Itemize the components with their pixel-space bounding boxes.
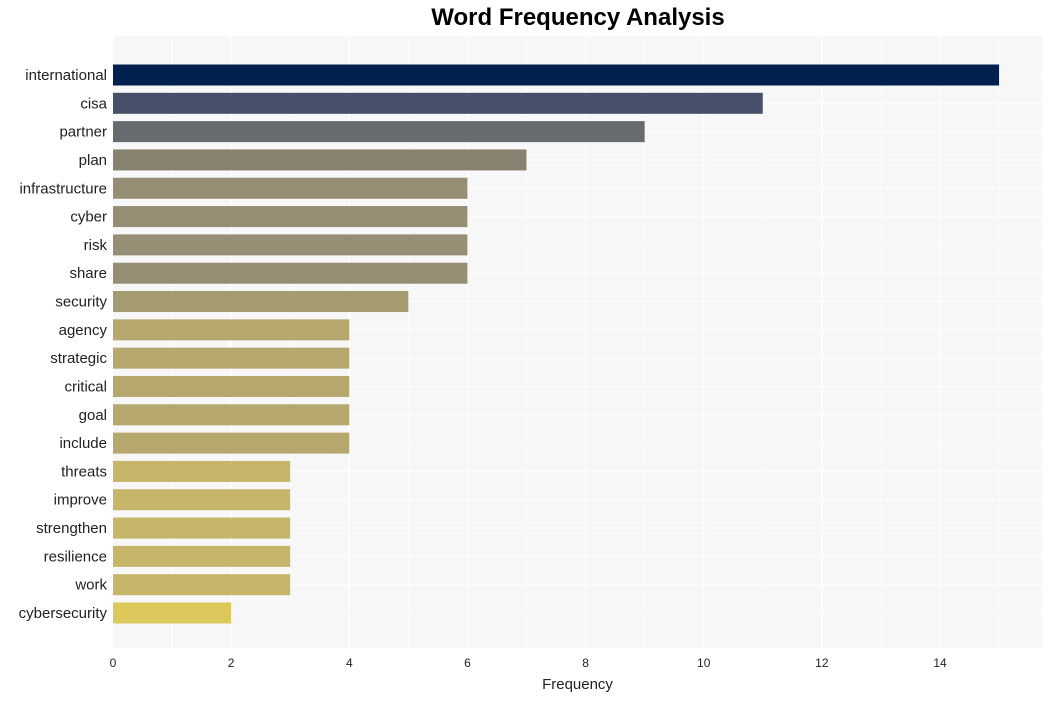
bar-partner — [113, 121, 645, 143]
bar-cisa — [113, 92, 763, 114]
bar-chart: international cisa partner plan infrastructu… — [19, 36, 1042, 693]
bar-resilience — [113, 545, 291, 567]
x-tick-label: 6 — [464, 656, 471, 670]
bar-strengthen — [113, 517, 291, 539]
bar-plan — [113, 149, 527, 171]
y-tick-label: risk — [84, 237, 108, 254]
y-tick-label: cisa — [80, 95, 107, 112]
bar-strategic — [113, 347, 350, 369]
y-tick-labels: international cisa partner plan infrastructu… — [19, 67, 108, 622]
x-axis-label: Frequency — [542, 676, 613, 693]
bar-goal — [113, 404, 350, 426]
bar-critical — [113, 375, 350, 397]
bar-risk — [113, 234, 468, 256]
y-tick-label: plan — [79, 152, 107, 169]
bar-share — [113, 262, 468, 284]
bar-threats — [113, 460, 291, 482]
bar-work — [113, 574, 291, 596]
y-tick-label: security — [55, 294, 107, 311]
y-tick-label: goal — [79, 407, 107, 424]
y-tick-label: share — [69, 265, 107, 282]
bar-cyber — [113, 206, 468, 228]
x-tick-label: 4 — [346, 656, 353, 670]
x-tick-label: 12 — [815, 656, 829, 670]
y-tick-label: resilience — [44, 548, 107, 565]
y-tick-label: critical — [64, 378, 107, 395]
bar-improve — [113, 489, 291, 511]
y-tick-label: cyber — [70, 209, 107, 226]
y-tick-label: threats — [61, 463, 107, 480]
bar-security — [113, 291, 409, 313]
bar-agency — [113, 319, 350, 341]
y-tick-label: international — [25, 67, 107, 84]
x-tick-label: 14 — [933, 656, 947, 670]
bar-international — [113, 64, 1000, 86]
y-tick-label: cybersecurity — [19, 605, 108, 622]
x-tick-label: 2 — [228, 656, 235, 670]
y-tick-label: strengthen — [36, 520, 107, 537]
y-tick-label: improve — [54, 492, 107, 509]
y-tick-label: work — [74, 577, 107, 594]
x-tick-label: 10 — [697, 656, 711, 670]
bar-cybersecurity — [113, 602, 232, 624]
y-tick-label: include — [59, 435, 107, 452]
bar-include — [113, 432, 350, 454]
x-tick-label: 0 — [110, 656, 117, 670]
y-tick-label: agency — [59, 322, 108, 339]
y-tick-label: partner — [59, 124, 107, 141]
x-tick-label: 8 — [582, 656, 589, 670]
y-tick-label: infrastructure — [19, 180, 107, 197]
y-tick-label: strategic — [50, 350, 107, 367]
x-tick-labels: 0 2 4 6 8 10 12 14 — [110, 656, 947, 670]
bar-infrastructure — [113, 177, 468, 199]
